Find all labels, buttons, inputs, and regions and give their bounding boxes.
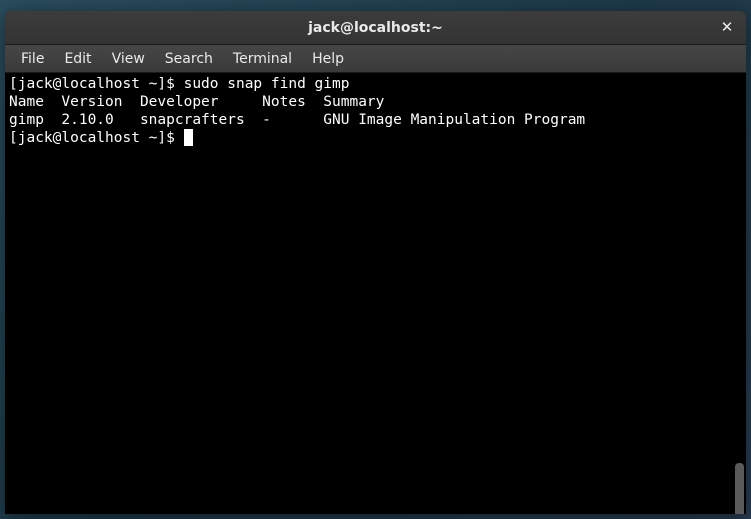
terminal-body[interactable]: [jack@localhost ~]$ sudo snap find gimpN… <box>5 73 746 514</box>
titlebar: jack@localhost:~ ✕ <box>5 11 746 45</box>
terminal-cursor <box>184 129 193 146</box>
menu-terminal[interactable]: Terminal <box>223 47 302 71</box>
close-button[interactable]: ✕ <box>716 17 738 39</box>
terminal-line: Name Version Developer Notes Summary <box>9 93 742 111</box>
terminal-window: jack@localhost:~ ✕ File Edit View Search… <box>5 11 746 514</box>
menubar: File Edit View Search Terminal Help <box>5 45 746 73</box>
terminal-content: [jack@localhost ~]$ sudo snap find gimpN… <box>5 73 746 149</box>
menu-file[interactable]: File <box>11 47 54 71</box>
menu-help[interactable]: Help <box>302 47 354 71</box>
terminal-prompt: [jack@localhost ~]$ <box>9 130 184 146</box>
window-title: jack@localhost:~ <box>308 20 443 36</box>
menu-view[interactable]: View <box>102 47 155 71</box>
terminal-line: [jack@localhost ~]$ sudo snap find gimp <box>9 75 742 93</box>
close-icon: ✕ <box>721 20 734 35</box>
menu-edit[interactable]: Edit <box>54 47 101 71</box>
scrollbar-thumb[interactable] <box>735 463 744 514</box>
terminal-prompt-line: [jack@localhost ~]$ <box>9 129 742 147</box>
terminal-line: gimp 2.10.0 snapcrafters - GNU Image Man… <box>9 111 742 129</box>
menu-search[interactable]: Search <box>155 47 223 71</box>
